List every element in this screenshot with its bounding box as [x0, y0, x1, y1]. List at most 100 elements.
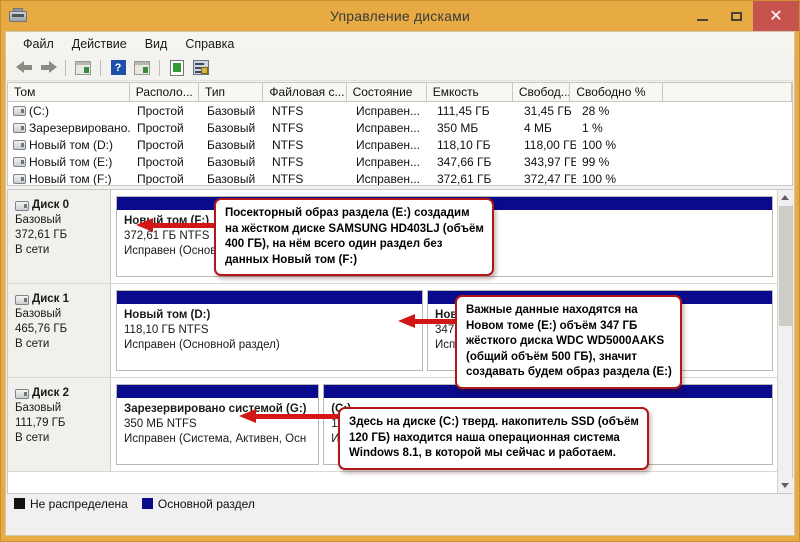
- disk-management-window: Управление дисками ✕ Файл Действие Вид С…: [0, 0, 800, 542]
- table-row[interactable]: Зарезервировано... Простой Базовый NTFS Испр…: [8, 119, 792, 136]
- scrollbar-thumb[interactable]: [778, 206, 792, 326]
- partition-color-bar: [117, 385, 319, 398]
- volume-column-header-5[interactable]: Емкость: [427, 83, 513, 101]
- volume-list-body: (C:) Простой Базовый NTFS Исправен... 111,45 …: [8, 102, 792, 186]
- volume-column-header-8[interactable]: [663, 83, 792, 101]
- cell-layout: Простой: [137, 120, 184, 135]
- annotation-line: на жёстком диске SAMSUNG HD403LJ (объём: [225, 222, 484, 235]
- partition-status: Исправен (Система, Активен, Осн: [124, 433, 307, 445]
- toolbar-separator: [159, 59, 160, 76]
- disk-state-label: В сети: [15, 338, 50, 350]
- volume-list-header: Том Располо... Тип Файловая с... Состояние Ем…: [8, 83, 792, 102]
- properties-grid-icon: [134, 60, 150, 75]
- cell-type: Базовый: [207, 171, 256, 186]
- toolbar-refresh[interactable]: [166, 57, 188, 78]
- cell-volume: (C:): [29, 103, 49, 118]
- annotation-arrow-disk0: [136, 218, 214, 232]
- disk-title: Диск 1: [15, 292, 110, 307]
- annotation-disk1: Важные данные находятся на Новом томе (E:…: [455, 295, 682, 389]
- cell-status: Исправен...: [356, 137, 421, 152]
- disk-icon: [15, 200, 29, 211]
- cell-type: Базовый: [207, 154, 256, 169]
- disk-size-label: 372,61 ГБ: [15, 229, 68, 241]
- window-controls: ✕: [685, 1, 799, 31]
- cell-fs: NTFS: [272, 137, 304, 152]
- toolbar: ?: [6, 55, 794, 81]
- disk-info-0[interactable]: Диск 0 Базовый 372,61 ГБ В сети: [8, 190, 111, 283]
- cell-status: Исправен...: [356, 103, 421, 118]
- cell-free: 343,97 ГБ: [524, 154, 576, 169]
- volume-column-header-3[interactable]: Файловая с...: [263, 83, 347, 101]
- table-row[interactable]: Новый том (D:) Простой Базовый NTFS Исправен…: [8, 136, 792, 153]
- partition-color-bar: [117, 291, 423, 304]
- annotation-line: жёсткого диска WDC WD5000AAKS: [466, 335, 665, 347]
- cell-layout: Простой: [137, 171, 184, 186]
- list-grid-icon: [75, 60, 91, 75]
- table-row[interactable]: Новый том (F:) Простой Базовый NTFS Исправен…: [8, 170, 792, 186]
- legend: Не распределена Основной раздел: [6, 494, 794, 513]
- cell-fs: NTFS: [272, 154, 304, 169]
- cell-capacity: 118,10 ГБ: [437, 137, 491, 152]
- cell-capacity: 350 МБ: [437, 120, 479, 135]
- cell-status: Исправен...: [356, 120, 421, 135]
- menu-bar: Файл Действие Вид Справка: [6, 32, 794, 55]
- menu-file[interactable]: Файл: [14, 35, 63, 53]
- toolbar-separator: [65, 59, 66, 76]
- cell-status: Исправен...: [356, 154, 421, 169]
- menu-help[interactable]: Справка: [176, 35, 243, 53]
- toolbar-rescan-disks[interactable]: [190, 57, 212, 78]
- annotation-line: 120 ГБ) находится наша операционная сист…: [349, 431, 620, 444]
- volume-column-header-0[interactable]: Том: [8, 83, 130, 101]
- rescan-disks-icon: [193, 60, 209, 75]
- cell-layout: Простой: [137, 154, 184, 169]
- volume-column-header-6[interactable]: Свобод...: [513, 83, 571, 101]
- toolbar-back[interactable]: [13, 57, 35, 78]
- cell-volume: Зарезервировано...: [29, 120, 131, 135]
- disk-management-icon: [9, 8, 27, 24]
- disk-pane-scrollbar[interactable]: [777, 190, 793, 493]
- legend-primary-partition-label: Основной раздел: [157, 496, 255, 511]
- chevron-down-icon: [781, 483, 789, 488]
- scrollbar-up-button[interactable]: [777, 190, 793, 205]
- disk-title: Диск 2: [15, 386, 110, 401]
- disk-info-1[interactable]: Диск 1 Базовый 465,76 ГБ В сети: [8, 284, 111, 377]
- volume-column-header-1[interactable]: Располо...: [130, 83, 200, 101]
- minimize-button[interactable]: [685, 1, 719, 31]
- annotation-line: Важные данные находятся на: [466, 304, 638, 316]
- cell-free: 118,00 ГБ: [524, 137, 576, 152]
- cell-status: Исправен...: [356, 171, 421, 186]
- disk-size-label: 465,76 ГБ: [15, 323, 68, 335]
- maximize-button[interactable]: [719, 1, 753, 31]
- volume-list-pane: Том Располо... Тип Файловая с... Состояние Ем…: [7, 82, 793, 186]
- cell-layout: Простой: [137, 103, 184, 118]
- annotation-line: (общий объём 500 ГБ), значит: [466, 350, 637, 363]
- disk-info-2[interactable]: Диск 2 Базовый 111,79 ГБ В сети: [8, 378, 111, 471]
- scrollbar-down-button[interactable]: [777, 478, 793, 493]
- close-button[interactable]: ✕: [753, 1, 799, 31]
- cell-free: 372,47 ГБ: [524, 171, 576, 186]
- volume-icon: [13, 156, 26, 167]
- toolbar-forward[interactable]: [37, 57, 59, 78]
- cell-free_pct: 100 %: [582, 171, 617, 186]
- partition[interactable]: Новый том (D:) 118,10 ГБ NTFS Исправен (Ос…: [116, 290, 424, 371]
- refresh-page-icon: [170, 59, 184, 76]
- partition[interactable]: Зарезервировано системой (G:) 350 МБ NTFS…: [116, 384, 320, 465]
- menu-action[interactable]: Действие: [63, 35, 136, 53]
- toolbar-show-hide-console-tree[interactable]: [72, 57, 94, 78]
- cell-type: Базовый: [207, 103, 256, 118]
- table-row[interactable]: Новый том (E:) Простой Базовый NTFS Исправен…: [8, 153, 792, 170]
- annotation-disk0: Посекторный образ раздела (E:) создадим н…: [214, 198, 494, 276]
- disk-graphical-pane: Диск 0 Базовый 372,61 ГБ В сети Новый том (F…: [7, 189, 793, 494]
- partition-size-fs: 118,10 ГБ NTFS: [124, 324, 209, 336]
- toolbar-properties[interactable]: [131, 57, 153, 78]
- toolbar-help[interactable]: ?: [107, 57, 129, 78]
- table-row[interactable]: (C:) Простой Базовый NTFS Исправен... 111,45 …: [8, 102, 792, 119]
- volume-column-header-7[interactable]: Свободно %: [570, 83, 664, 101]
- partition-status: Исправен (Основной раздел): [124, 339, 280, 351]
- close-icon: ✕: [769, 6, 783, 25]
- volume-column-header-4[interactable]: Состояние: [347, 83, 427, 101]
- annotation-line: Посекторный образ раздела (E:) создадим: [225, 207, 470, 219]
- menu-view[interactable]: Вид: [136, 35, 177, 53]
- volume-column-header-2[interactable]: Тип: [199, 83, 264, 101]
- cell-volume: Новый том (F:): [29, 171, 112, 186]
